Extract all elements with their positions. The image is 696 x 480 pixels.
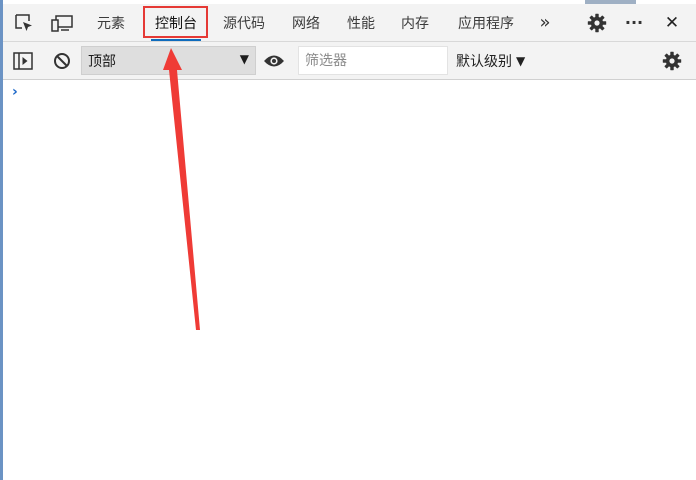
annotation-arrow — [163, 48, 200, 330]
